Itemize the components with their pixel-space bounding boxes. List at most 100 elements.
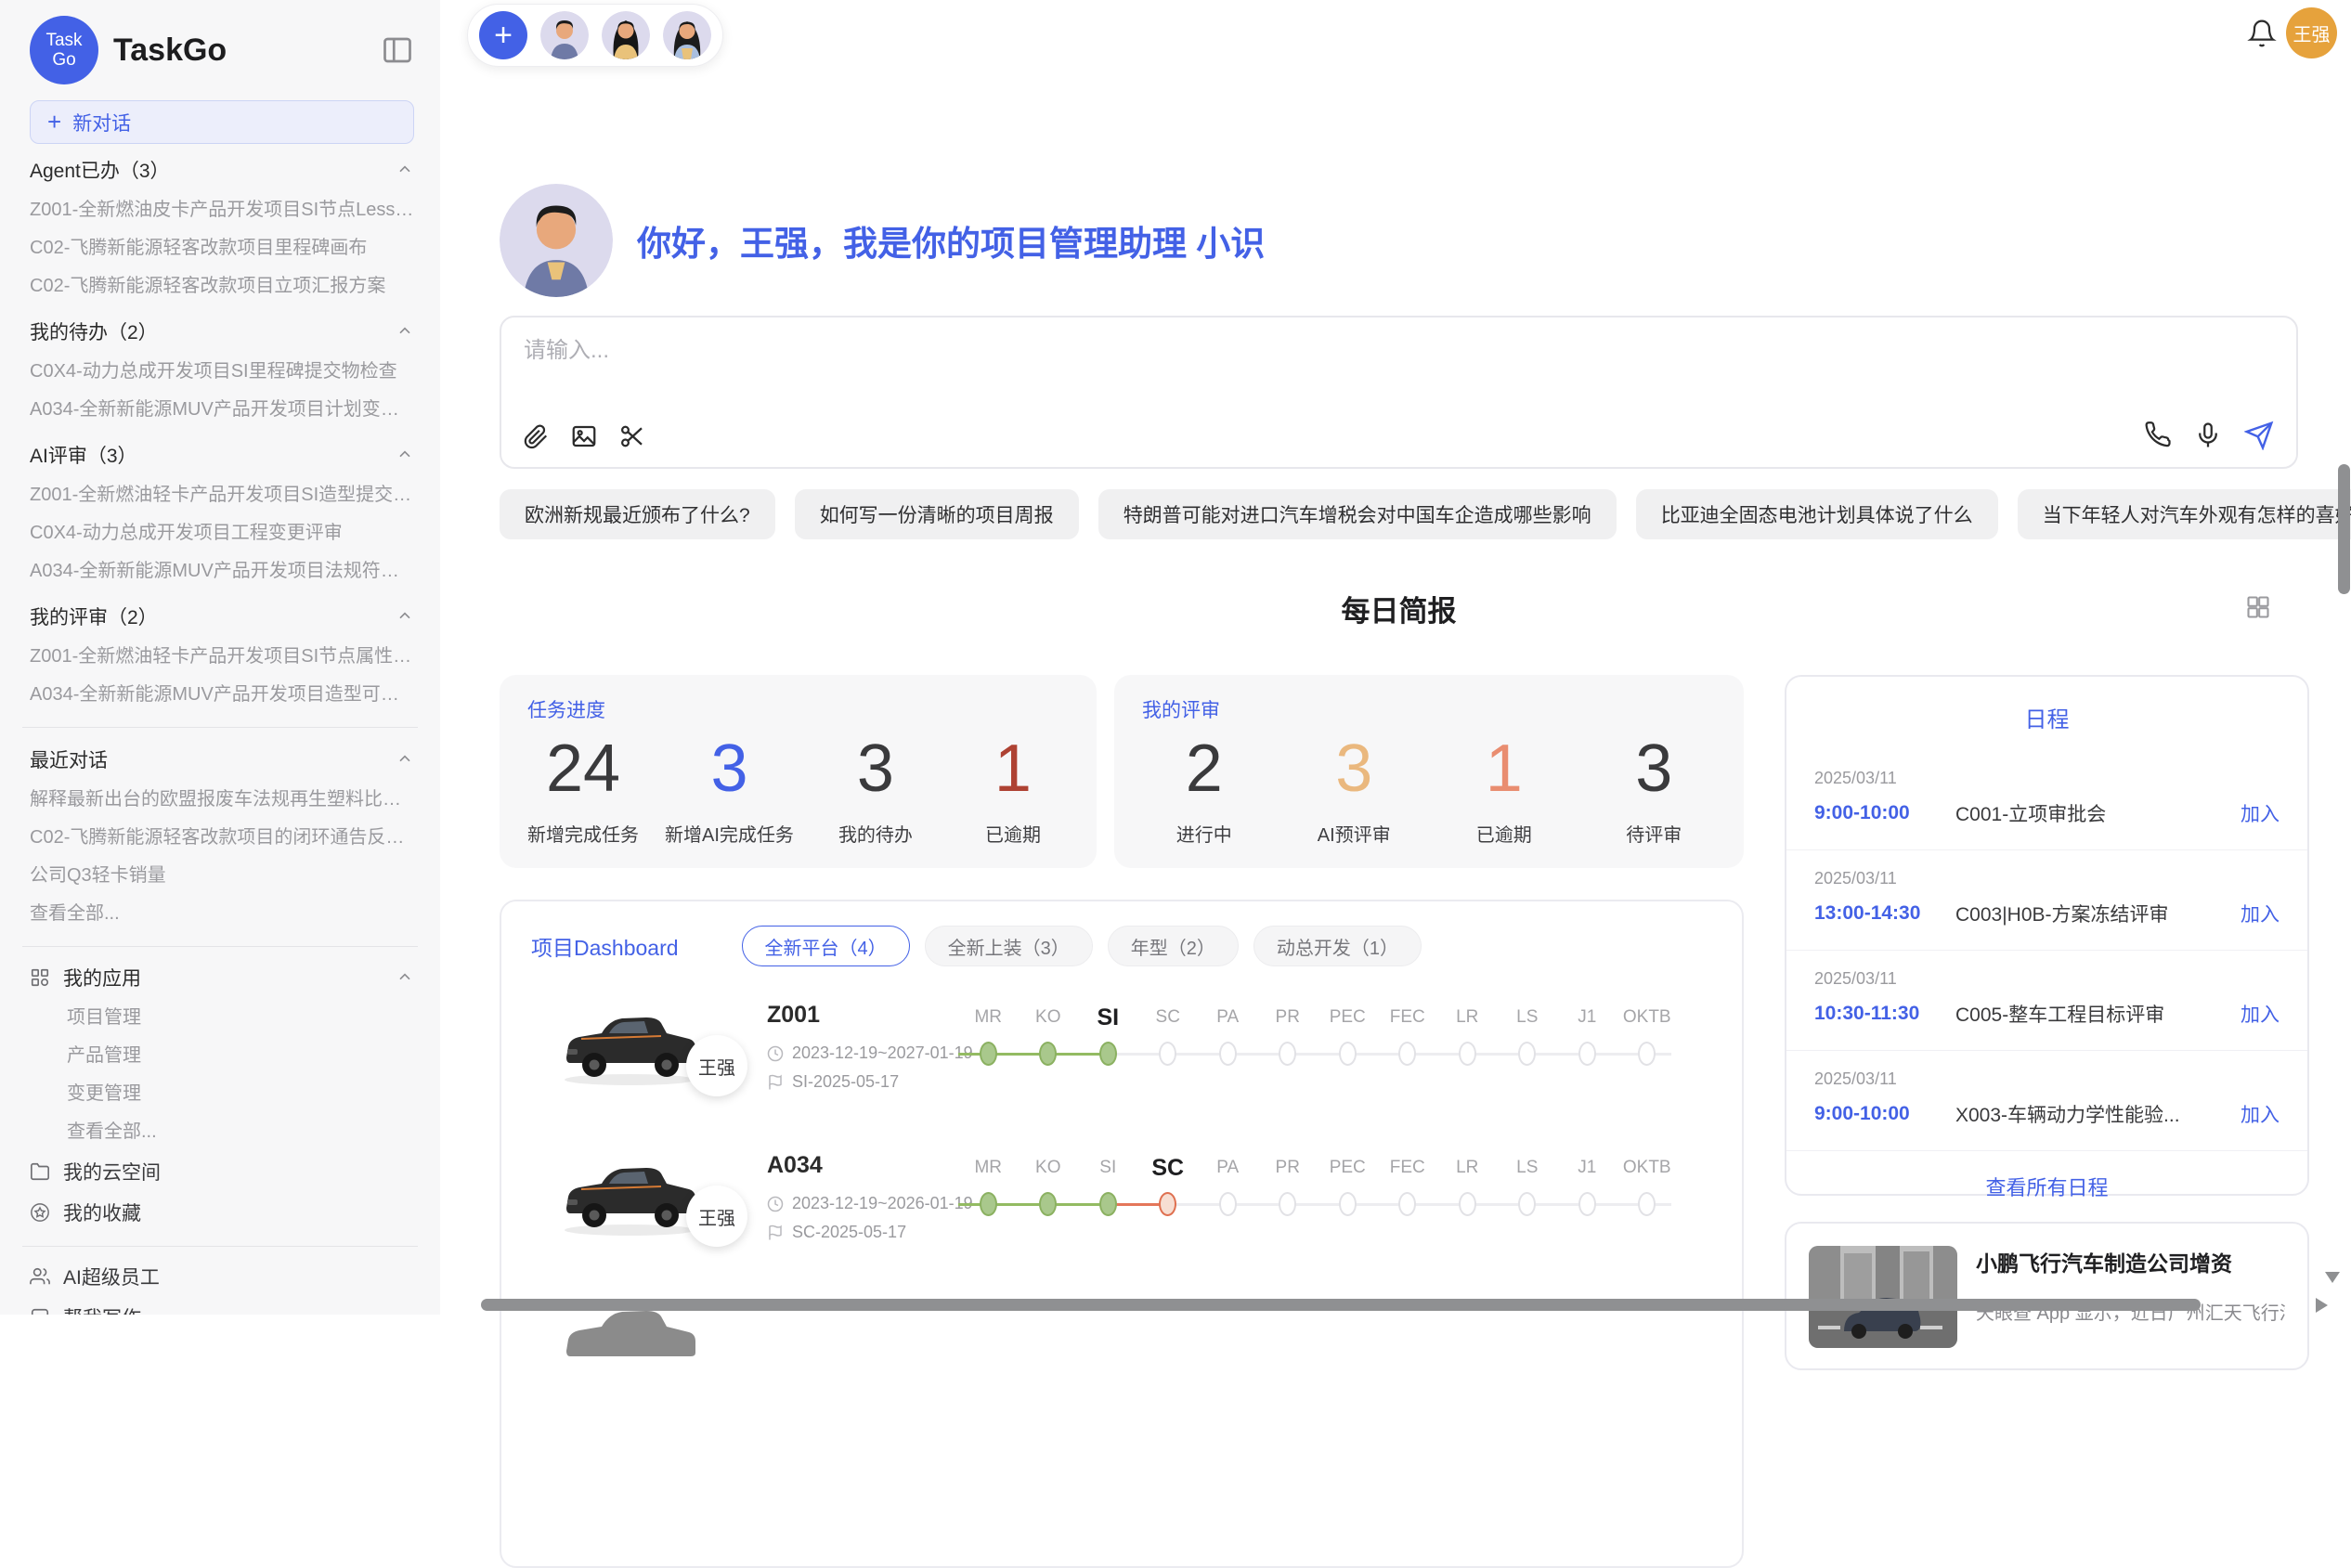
sidebar-item-task[interactable]: A034-全新新能源MUV产品开发项目造型可行性评审 bbox=[30, 676, 414, 714]
project-row-z001[interactable]: 王强 Z001 2023-12-19~2027-01-19 SI-2025-05… bbox=[553, 998, 1742, 1117]
sidebar-item-chat[interactable]: 公司Q3轻卡销量 bbox=[30, 857, 414, 895]
section-header-ai-review[interactable]: AI评审（3） bbox=[30, 433, 414, 476]
stat-overdue: 1 已逾期 bbox=[957, 732, 1069, 847]
sidebar-item-favorites[interactable]: 我的收藏 bbox=[30, 1192, 414, 1233]
scroll-down-arrow[interactable] bbox=[2325, 1272, 2340, 1283]
sidebar-item-change-mgmt[interactable]: 变更管理 bbox=[30, 1075, 414, 1113]
notifications-bell-icon[interactable] bbox=[2247, 19, 2277, 48]
add-session-button[interactable]: + bbox=[479, 11, 527, 59]
paperclip-icon[interactable] bbox=[522, 422, 550, 450]
sidebar-item-my-apps[interactable]: 我的应用 bbox=[30, 956, 414, 999]
milestone-label: LS bbox=[1498, 1154, 1558, 1182]
section-header-my-todo[interactable]: 我的待办（2） bbox=[30, 309, 414, 353]
tab-new-body[interactable]: 全新上装（3） bbox=[925, 926, 1093, 966]
user-avatar[interactable]: 王强 bbox=[2286, 7, 2337, 58]
news-card[interactable]: 小鹏飞行汽车制造公司增资 天眼查 App 显示，近日广州汇天飞行汽... bbox=[1785, 1222, 2309, 1370]
users-icon bbox=[30, 1266, 50, 1287]
user-name: 王强 bbox=[2293, 19, 2331, 46]
sidebar-item-task[interactable]: C02-飞腾新能源轻客改款项目里程碑画布 bbox=[30, 229, 414, 267]
tab-model-year[interactable]: 年型（2） bbox=[1108, 926, 1239, 966]
schedule-date: 2025/03/11 bbox=[1814, 1069, 2280, 1089]
stat-label: 进行中 bbox=[1149, 820, 1260, 847]
sidebar-item-help-write[interactable]: 帮我写作 bbox=[30, 1297, 414, 1315]
scroll-right-arrow[interactable] bbox=[2316, 1298, 2328, 1313]
section-header-recent-chats[interactable]: 最近对话 bbox=[30, 737, 414, 781]
daily-brief-title: 每日简报 bbox=[500, 588, 2298, 629]
sidebar-item-project-mgmt[interactable]: 项目管理 bbox=[30, 999, 414, 1037]
divider bbox=[22, 946, 418, 947]
suggestion-chip[interactable]: 欧洲新规最近颁布了什么? bbox=[500, 489, 775, 539]
sidebar-item-task[interactable]: A034-全新新能源MUV产品开发项目法规符合性评审 bbox=[30, 552, 414, 590]
sidebar-item-task[interactable]: Z001-全新燃油轻卡产品开发项目SI节点属性5D文件评审 bbox=[30, 638, 414, 676]
send-icon[interactable] bbox=[2244, 421, 2274, 450]
sidebar-item-task[interactable]: Z001-全新燃油皮卡产品开发项目SI节点Lesson Learn报告 bbox=[30, 191, 414, 229]
clock-icon bbox=[767, 1045, 784, 1062]
project-row-a034[interactable]: 王强 A034 2023-12-19~2026-01-19 SC-2025-05… bbox=[553, 1148, 1742, 1267]
chat-input[interactable] bbox=[524, 338, 2009, 364]
plus-icon: + bbox=[47, 108, 61, 136]
milestone-label: LS bbox=[1498, 1004, 1558, 1031]
session-avatar[interactable] bbox=[602, 11, 650, 59]
view-all-apps-link[interactable]: 查看全部... bbox=[30, 1113, 414, 1151]
tab-new-platform[interactable]: 全新平台（4） bbox=[742, 926, 910, 966]
session-avatar[interactable] bbox=[663, 11, 711, 59]
suggestion-chip[interactable]: 当下年轻人对汽车外观有怎样的喜好趋势 bbox=[2018, 489, 2351, 539]
schedule-date: 2025/03/11 bbox=[1814, 869, 2280, 888]
sidebar-item-task[interactable]: C02-飞腾新能源轻客改款项目立项汇报方案 bbox=[30, 267, 414, 305]
session-avatar[interactable] bbox=[540, 11, 589, 59]
collapse-sidebar-icon[interactable] bbox=[381, 33, 414, 67]
stat-label: 待评审 bbox=[1598, 820, 1709, 847]
view-all-chats-link[interactable]: 查看全部... bbox=[30, 895, 414, 933]
join-link[interactable]: 加入 bbox=[2241, 900, 2280, 927]
schedule-title: 日程 bbox=[1786, 677, 2307, 733]
sidebar-item-task[interactable]: C0X4-动力总成开发项目工程变更评审 bbox=[30, 514, 414, 552]
milestone-dot bbox=[1159, 1042, 1176, 1066]
sidebar-item-task[interactable]: A034-全新新能源MUV产品开发项目计划变更表编写 bbox=[30, 391, 414, 429]
sidebar-item-product-mgmt[interactable]: 产品管理 bbox=[30, 1037, 414, 1075]
stat-value: 1 bbox=[957, 732, 1069, 805]
input-attachments bbox=[522, 422, 646, 450]
sidebar-item-chat[interactable]: C02-飞腾新能源轻客改款项目的闭环通告反馈情况 bbox=[30, 819, 414, 857]
milestone-label: KO bbox=[1019, 1154, 1079, 1182]
new-chat-button[interactable]: + 新对话 bbox=[30, 100, 414, 144]
milestone-dot-overdue bbox=[1159, 1192, 1176, 1216]
milestone-label: MR bbox=[958, 1154, 1019, 1182]
tab-powertrain[interactable]: 动总开发（1） bbox=[1253, 926, 1422, 966]
news-image bbox=[1809, 1246, 1957, 1348]
milestone-dot bbox=[1578, 1192, 1596, 1216]
microphone-icon[interactable] bbox=[2194, 421, 2222, 449]
milestone-dot bbox=[1279, 1192, 1296, 1216]
section-label: AI评审（3） bbox=[30, 441, 137, 469]
ai-employee-label: AI超级员工 bbox=[63, 1263, 160, 1290]
sidebar-item-task[interactable]: Z001-全新燃油轻卡产品开发项目SI造型提交物评审 bbox=[30, 476, 414, 514]
join-link[interactable]: 加入 bbox=[2241, 1100, 2280, 1128]
project-date-range: 2023-12-19~2027-01-19 bbox=[792, 1043, 973, 1063]
schedule-event-title: C003|H0B-方案冻结评审 bbox=[1955, 900, 2241, 927]
suggestion-chip[interactable]: 如何写一份清晰的项目周报 bbox=[795, 489, 1079, 539]
section-header-my-review[interactable]: 我的评审（2） bbox=[30, 594, 414, 638]
milestone-label: PEC bbox=[1318, 1004, 1378, 1031]
scissors-icon[interactable] bbox=[618, 422, 646, 450]
suggestion-chip[interactable]: 比亚迪全固态电池计划具体说了什么 bbox=[1636, 489, 1998, 539]
sidebar-item-cloud-space[interactable]: 我的云空间 bbox=[30, 1151, 414, 1192]
suggestion-chip[interactable]: 特朗普可能对进口汽车增税会对中国车企造成哪些影响 bbox=[1098, 489, 1617, 539]
stat-value: 2 bbox=[1149, 732, 1260, 805]
sidebar-item-task[interactable]: C0X4-动力总成开发项目SI里程碑提交物检查 bbox=[30, 353, 414, 391]
view-all-schedule-link[interactable]: 查看所有日程 bbox=[1786, 1151, 2307, 1201]
phone-call-icon[interactable] bbox=[2144, 421, 2172, 449]
join-link[interactable]: 加入 bbox=[2241, 1000, 2280, 1028]
section-header-agent-done[interactable]: Agent已办（3） bbox=[30, 148, 414, 191]
stat-my-todo: 3 我的待办 bbox=[820, 732, 931, 847]
milestone-dot bbox=[1518, 1042, 1536, 1066]
layout-grid-icon[interactable] bbox=[2245, 594, 2271, 620]
milestone-label: SC bbox=[1138, 1004, 1199, 1031]
horizontal-scrollbar-thumb[interactable] bbox=[481, 1299, 2201, 1311]
vertical-scrollbar-thumb[interactable] bbox=[2338, 464, 2350, 594]
join-link[interactable]: 加入 bbox=[2241, 799, 2280, 827]
sidebar-item-ai-employee[interactable]: AI超级员工 bbox=[30, 1256, 414, 1297]
divider bbox=[22, 1246, 418, 1247]
image-upload-icon[interactable] bbox=[570, 422, 598, 450]
sidebar-item-chat[interactable]: 解释最新出台的欧盟报废车法规再生塑料比例被调至15%... bbox=[30, 781, 414, 819]
apps-grid-icon bbox=[30, 967, 50, 988]
milestone-label: PR bbox=[1258, 1004, 1318, 1031]
